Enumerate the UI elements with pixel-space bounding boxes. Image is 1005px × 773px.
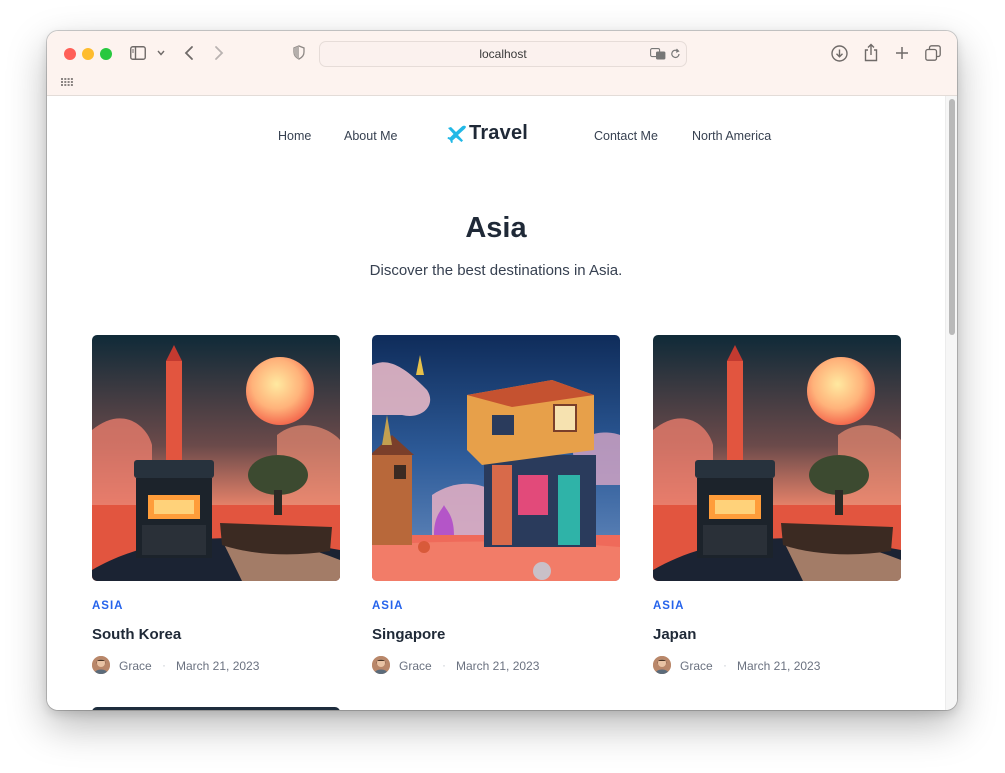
post-meta: Grace · March 21, 2023 — [372, 656, 620, 676]
post-date: March 21, 2023 — [176, 659, 260, 673]
tab-overview-icon[interactable] — [925, 45, 941, 61]
post-image[interactable] — [653, 335, 901, 581]
author-name: Grace — [399, 659, 432, 673]
sunset-tower-illustration — [653, 335, 901, 581]
back-icon[interactable] — [184, 45, 194, 61]
minimize-window-button[interactable] — [82, 48, 94, 60]
post-category[interactable]: ASIA — [92, 600, 123, 612]
post-category[interactable]: ASIA — [653, 600, 684, 612]
favorites-grid-icon[interactable] — [61, 78, 73, 86]
post-date: March 21, 2023 — [456, 659, 540, 673]
post-title[interactable]: Singapore — [372, 626, 445, 643]
meta-separator: · — [442, 658, 446, 672]
browser-toolbar: localhost — [47, 31, 957, 96]
privacy-shield-icon[interactable] — [293, 45, 305, 60]
url-text: localhost — [479, 47, 527, 61]
meta-separator: · — [162, 658, 166, 672]
translate-icon[interactable] — [650, 48, 666, 60]
nav-about-link[interactable]: About Me — [344, 129, 398, 143]
author-name: Grace — [119, 659, 152, 673]
address-bar[interactable]: localhost — [319, 41, 687, 67]
new-tab-icon[interactable] — [895, 46, 909, 60]
colorful-houses-illustration — [372, 335, 620, 581]
page-subtitle: Discover the best destinations in Asia. — [369, 262, 623, 279]
chevron-down-icon[interactable] — [157, 50, 165, 56]
zoom-window-button[interactable] — [100, 48, 112, 60]
post-meta: Grace · March 21, 2023 — [653, 656, 901, 676]
author-avatar — [92, 656, 110, 674]
post-meta: Grace · March 21, 2023 — [92, 656, 340, 676]
browser-window: localhost Home About Me Contact Me North… — [47, 31, 957, 710]
post-image[interactable] — [372, 335, 620, 581]
web-page: Home About Me Contact Me North America T… — [47, 96, 945, 710]
sunset-tower-illustration — [92, 335, 340, 581]
post-title[interactable]: South Korea — [92, 626, 181, 643]
page-scrollbar[interactable] — [945, 96, 957, 710]
post-date: March 21, 2023 — [737, 659, 821, 673]
sidebar-toggle-icon[interactable] — [130, 46, 146, 60]
nav-north-america-link[interactable]: North America — [692, 129, 771, 143]
logo-text: Travel — [469, 122, 529, 144]
post-title[interactable]: Japan — [653, 626, 696, 643]
nav-contact-link[interactable]: Contact Me — [594, 129, 658, 143]
author-avatar — [653, 656, 671, 674]
post-image[interactable] — [92, 335, 340, 581]
airplane-icon — [447, 125, 466, 143]
close-window-button[interactable] — [64, 48, 76, 60]
scrollbar-thumb[interactable] — [949, 99, 955, 335]
downloads-icon[interactable] — [831, 45, 848, 62]
post-category[interactable]: ASIA — [372, 600, 403, 612]
page-title: Asia — [465, 212, 527, 244]
reload-icon[interactable] — [670, 48, 681, 60]
nav-home-link[interactable]: Home — [278, 129, 311, 143]
next-post-image-peek[interactable] — [92, 707, 340, 710]
share-icon[interactable] — [864, 43, 878, 62]
author-name: Grace — [680, 659, 713, 673]
forward-icon[interactable] — [214, 45, 224, 61]
meta-separator: · — [723, 658, 727, 672]
author-avatar — [372, 656, 390, 674]
